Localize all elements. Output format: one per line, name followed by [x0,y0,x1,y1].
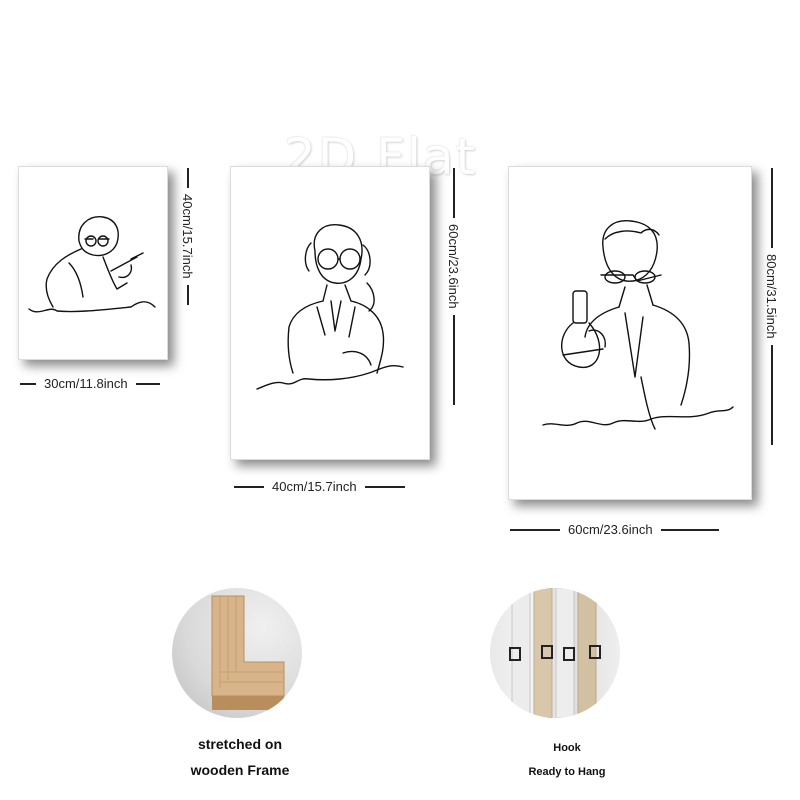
hook-caption: Hook Ready to Hang [490,736,644,784]
dimension-label: 40cm/15.7inch [272,479,357,494]
frame-caption: stretched on wooden Frame [160,731,320,783]
dimension-label: 60cm/23.6inch [568,522,653,537]
canvas-large [508,166,752,500]
hook-caption-line1: Hook [553,742,581,754]
hook-photo [490,588,620,718]
dimension-label: 60cm/23.6inch [446,224,461,309]
dimension-width-large: 60cm/23.6inch [510,522,719,537]
dimension-width-medium: 40cm/15.7inch [234,479,405,494]
hook-caption-line2: Ready to Hang [528,766,606,778]
dimension-label: 40cm/15.7inch [180,194,195,279]
wooden-frame-photo [172,588,302,718]
dimension-height-medium: 60cm/23.6inch [446,168,461,405]
frame-caption-line1: stretched on [197,736,282,752]
canvas-medium [230,166,430,460]
dimension-label: 30cm/11.8inch [44,376,128,391]
canvas-small [18,166,168,360]
line-art-scientist-writing [28,216,156,313]
dimension-height-large: 80cm/31.5inch [764,168,779,445]
line-art-scientist-glasses [256,224,404,390]
line-art-scientist-flask [542,220,734,430]
dimension-width-small: 30cm/11.8inch [20,376,160,391]
frame-caption-line2: wooden Frame [190,762,290,778]
dimension-label: 80cm/31.5inch [764,254,779,339]
dimension-height-small: 40cm/15.7inch [180,168,195,305]
